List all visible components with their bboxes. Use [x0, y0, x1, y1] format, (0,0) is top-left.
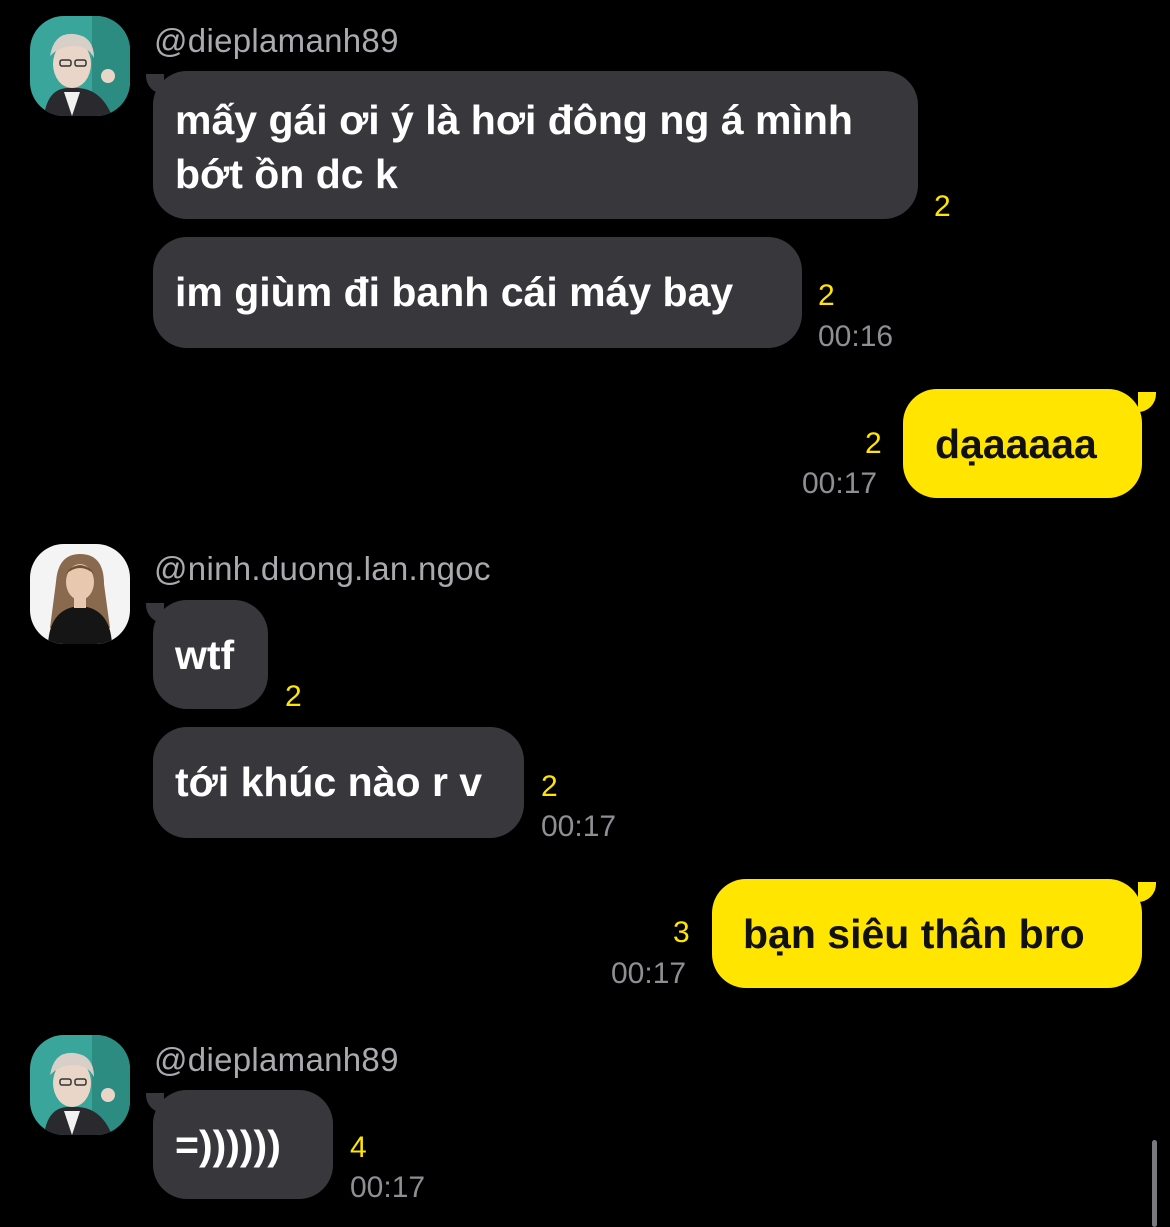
unread-count: 2	[541, 770, 558, 803]
unread-count: 4	[350, 1131, 367, 1164]
message-bubble[interactable]: tới khúc nào r v	[153, 727, 524, 838]
message-timestamp: 00:17	[541, 810, 617, 843]
bubble-tail	[1138, 392, 1156, 412]
unread-count: 2	[865, 427, 882, 460]
message-bubble[interactable]: =))))))	[153, 1090, 333, 1199]
message-bubble[interactable]: im giùm đi banh cái máy bay	[153, 237, 802, 348]
avatar-dieplamanh89-image	[30, 1035, 130, 1135]
unread-count: 2	[934, 190, 951, 223]
scrollbar-thumb[interactable]	[1152, 1140, 1157, 1227]
message-timestamp: 00:17	[350, 1171, 426, 1204]
message-bubble[interactable]: bạn siêu thân bro	[712, 879, 1142, 988]
sender-username[interactable]: @dieplamanh89	[154, 22, 399, 60]
sender-username[interactable]: @dieplamanh89	[154, 1041, 399, 1079]
message-text-line: bớt ồn dc k	[175, 151, 398, 197]
avatar-dieplamanh89[interactable]	[30, 1035, 130, 1135]
message-bubble[interactable]: dạaaaaa	[903, 389, 1142, 498]
message-bubble[interactable]: wtf	[153, 600, 268, 709]
message-text-line: mấy gái ơi ý là hơi đông ng á mình	[175, 97, 853, 143]
message-bubble[interactable]: mấy gái ơi ý là hơi đông ng á mình bớt ồ…	[153, 71, 918, 219]
avatar-dieplamanh89-image	[30, 16, 130, 116]
message-timestamp: 00:17	[802, 467, 878, 500]
avatar-ninh-duong-lan-ngoc-image	[30, 544, 130, 644]
avatar-dieplamanh89[interactable]	[30, 16, 130, 116]
message-timestamp: 00:16	[818, 320, 894, 353]
unread-count: 3	[673, 916, 690, 949]
bubble-tail	[1138, 882, 1156, 902]
avatar-ninh-duong-lan-ngoc[interactable]	[30, 544, 130, 644]
unread-count: 2	[285, 680, 302, 713]
unread-count: 2	[818, 279, 835, 312]
message-timestamp: 00:17	[611, 957, 687, 990]
sender-username[interactable]: @ninh.duong.lan.ngoc	[154, 550, 491, 588]
